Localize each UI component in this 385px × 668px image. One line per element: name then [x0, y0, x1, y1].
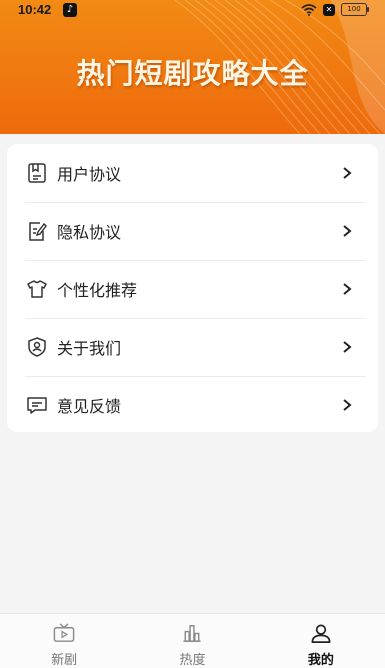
- tab-label: 新剧: [51, 653, 78, 668]
- shirt-icon: [25, 277, 49, 301]
- chevron-right-icon: [343, 341, 352, 353]
- mute-icon: ✕: [323, 3, 335, 16]
- menu-item-privacy-agreement[interactable]: 隐私协议: [7, 202, 378, 260]
- header-banner: 热门短剧攻略大全: [0, 0, 385, 134]
- tab-label: 热度: [179, 653, 206, 668]
- user-icon: [311, 624, 331, 643]
- menu-item-label: 个性化推荐: [57, 281, 138, 300]
- page-title: 热门短剧攻略大全: [76, 57, 309, 90]
- status-bar: 10:42 ♪ ✕ 100: [0, 0, 385, 20]
- menu-item-label: 用户协议: [57, 165, 122, 184]
- tab-popularity[interactable]: 热度: [128, 614, 256, 668]
- status-time: 10:42: [18, 2, 52, 17]
- tab-new-dramas[interactable]: 新剧: [0, 614, 128, 668]
- edit-document-icon: [25, 219, 49, 243]
- menu-item-label: 意见反馈: [57, 397, 122, 416]
- chevron-right-icon: [343, 399, 352, 411]
- tab-label: 我的: [307, 653, 334, 668]
- document-icon: [25, 161, 49, 185]
- menu-item-label: 关于我们: [57, 339, 122, 358]
- chevron-right-icon: [343, 167, 352, 179]
- tv-icon: [53, 623, 75, 642]
- menu-item-personalized-recommendation[interactable]: 个性化推荐: [7, 260, 378, 318]
- message-icon: [25, 393, 49, 417]
- menu-item-user-agreement[interactable]: 用户协议: [7, 144, 378, 202]
- chevron-right-icon: [343, 283, 352, 295]
- tab-mine[interactable]: 我的: [257, 614, 385, 668]
- battery-icon: 100: [341, 3, 369, 16]
- menu-item-about-us[interactable]: 关于我们: [7, 318, 378, 376]
- shield-user-icon: [25, 335, 49, 359]
- battery-level: 100: [347, 5, 361, 13]
- menu-item-feedback[interactable]: 意见反馈: [7, 376, 378, 434]
- menu-item-label: 隐私协议: [57, 223, 122, 242]
- chevron-right-icon: [343, 225, 352, 237]
- tiktok-icon: ♪: [63, 3, 77, 17]
- settings-menu: 用户协议 隐私协议 个性化推荐 关于我们 意见反馈: [7, 144, 378, 432]
- bottom-tab-bar: 新剧 热度 我的: [0, 613, 385, 668]
- wifi-icon: [301, 3, 317, 16]
- bar-chart-icon: [183, 625, 202, 642]
